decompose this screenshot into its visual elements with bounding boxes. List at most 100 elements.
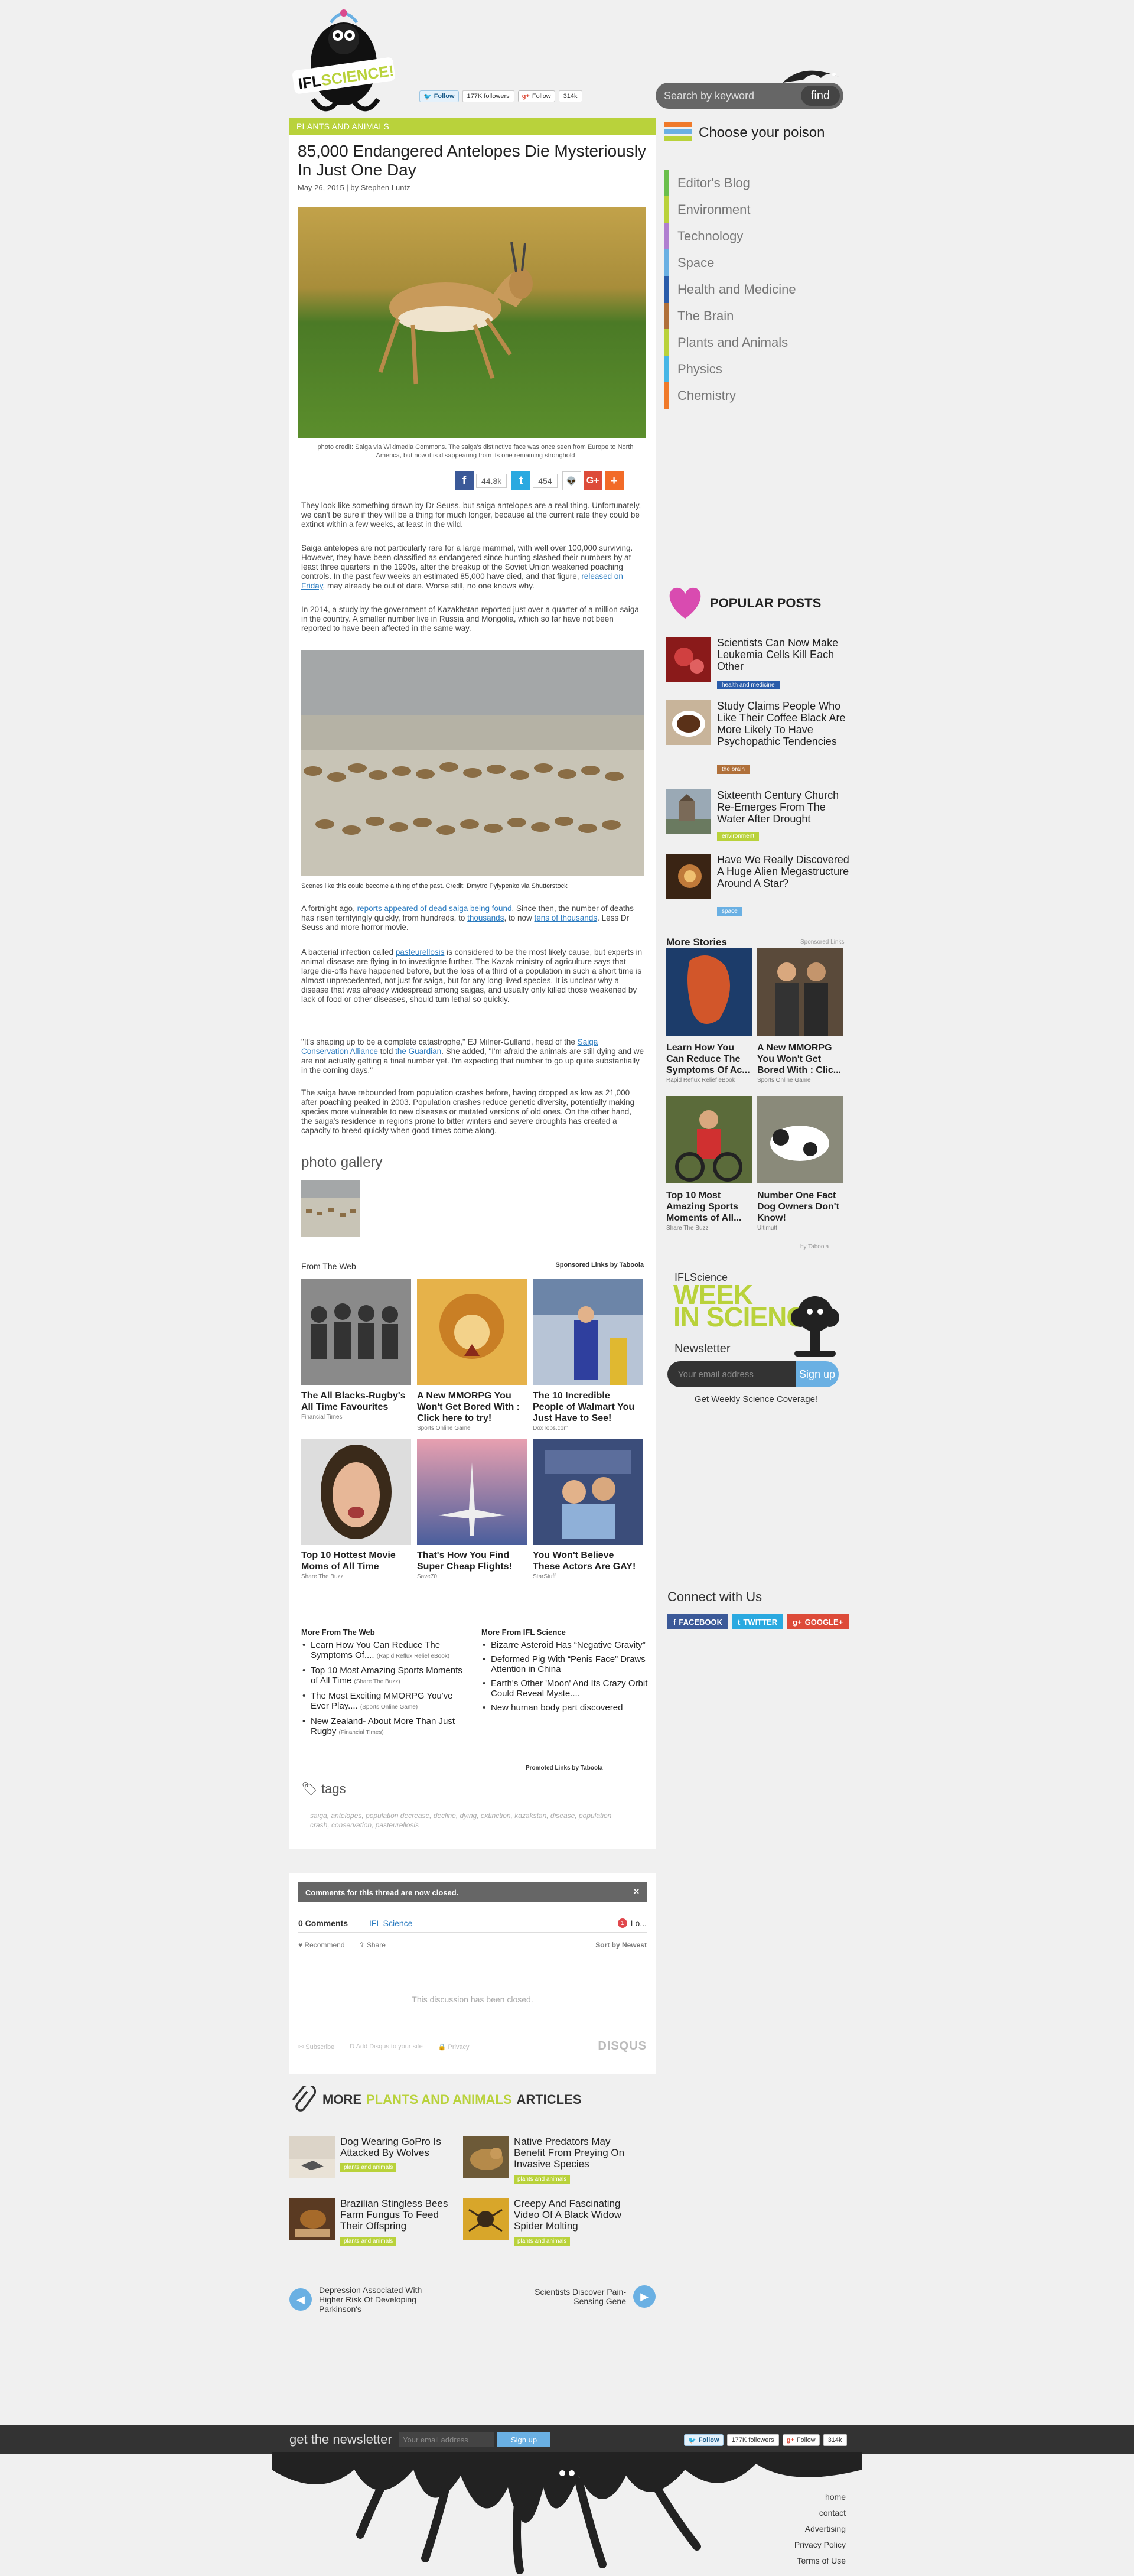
reddit-share-icon[interactable]: 👽: [562, 471, 581, 490]
category-item[interactable]: Health and Medicine: [664, 276, 848, 303]
paragraph-5: A bacterial infection called pasteurello…: [301, 948, 643, 1004]
google-connect-button[interactable]: g+ GOOGLE+: [787, 1614, 849, 1629]
twitter-icon: 🐦: [688, 2437, 696, 2444]
footer-link-contact[interactable]: contact: [768, 2507, 846, 2518]
gplus-follow-button[interactable]: g+ Follow: [782, 2434, 820, 2446]
tens-of-thousands-link[interactable]: tens of thousands: [535, 913, 598, 922]
more-article-item[interactable]: Dog Wearing GoPro Is Attacked By Wolves …: [289, 2136, 467, 2183]
gplus-share-icon[interactable]: G+: [583, 471, 602, 490]
search-input[interactable]: [664, 89, 801, 102]
facebook-share-icon[interactable]: f: [455, 471, 474, 490]
twitter-follow-button[interactable]: 🐦 Follow: [684, 2434, 724, 2446]
reports-link[interactable]: reports appeared of dead saiga being fou…: [357, 904, 512, 913]
list-item[interactable]: The Most Exciting MMORPG You've Ever Pla…: [301, 1691, 470, 1712]
from-web-card[interactable]: A New MMORPG You Won't Get Bored With : …: [417, 1279, 527, 1432]
from-web-card[interactable]: You Won't Believe These Actors Are GAY! …: [533, 1439, 643, 1580]
pasteurellosis-link[interactable]: pasteurellosis: [396, 948, 445, 957]
recommend-button[interactable]: ♥ Recommend: [298, 1941, 345, 1949]
popular-post[interactable]: Have We Really Discovered A Huge Alien M…: [666, 854, 849, 919]
more-article-item[interactable]: Native Predators May Benefit From Preyin…: [463, 2136, 640, 2184]
more-article-item[interactable]: Creepy And Fascinating Video Of A Black …: [463, 2198, 640, 2246]
more-from-web: More From The Web Learn How You Can Redu…: [301, 1628, 470, 1742]
subscribe-link[interactable]: ✉ Subscribe: [298, 2043, 334, 2051]
share-buttons: f 44.8k t 454 👽 G+ +: [455, 471, 624, 490]
more-stories-card[interactable]: Learn How You Can Reduce The Symptoms Of…: [666, 948, 752, 1084]
footer-link-privacy[interactable]: Privacy Policy: [768, 2539, 846, 2550]
category-item[interactable]: Chemistry: [664, 382, 848, 409]
list-item[interactable]: Learn How You Can Reduce The Symptoms Of…: [301, 1640, 470, 1661]
category-item[interactable]: Technology: [664, 223, 848, 249]
from-web-card[interactable]: The All Blacks-Rugby's All Time Favourit…: [301, 1279, 411, 1432]
twitter-follow-button[interactable]: 🐦 Follow: [419, 90, 459, 102]
gplus-icon: g+: [786, 2437, 794, 2444]
article-category[interactable]: PLANTS AND ANIMALS: [289, 118, 656, 135]
footer-link-advertising[interactable]: Advertising: [768, 2523, 846, 2534]
footer-link-home[interactable]: home: [768, 2492, 846, 2502]
more-stories-card[interactable]: A New MMORPG You Won't Get Bored With : …: [757, 948, 843, 1084]
more-stories-card[interactable]: Top 10 Most Amazing Sports Moments of Al…: [666, 1096, 752, 1231]
category-item[interactable]: Editor's Blog: [664, 170, 848, 196]
twitter-connect-button[interactable]: t TWITTER: [732, 1614, 784, 1629]
sponsored-links-label[interactable]: Sponsored Links: [800, 939, 845, 945]
saiga-shape: [342, 825, 361, 835]
facebook-connect-button[interactable]: f FACEBOOK: [667, 1614, 729, 1629]
category-item[interactable]: Environment: [664, 196, 848, 223]
previous-article-link[interactable]: ◀ Depression Associated With Higher Risk…: [289, 2285, 437, 2314]
share-button[interactable]: ⇪ Share: [359, 1941, 386, 1949]
paragraph-1: They look like something drawn by Dr Seu…: [301, 501, 641, 529]
gplus-follow-button[interactable]: g+ Follow: [517, 90, 555, 102]
saiga-shape: [439, 762, 458, 772]
by-taboola-label[interactable]: by Taboola: [800, 1244, 829, 1250]
list-item[interactable]: Earth's Other 'Moon' And Its Crazy Orbit…: [481, 1679, 650, 1699]
list-item[interactable]: Deformed Pig With “Penis Face” Draws Att…: [481, 1654, 650, 1674]
comments-section: Comments for this thread are now closed.…: [289, 1873, 656, 2074]
arrow-right-icon: ▶: [633, 2285, 656, 2308]
saiga-shape: [315, 819, 334, 829]
more-share-icon[interactable]: +: [604, 471, 624, 490]
category-item[interactable]: Plants and Animals: [664, 329, 848, 356]
next-article-link[interactable]: Scientists Discover Pain-Sensing Gene ▶: [520, 2285, 656, 2308]
sort-dropdown[interactable]: Sort by Newest: [595, 1941, 647, 1949]
gallery-thumbnail[interactable]: [301, 1180, 360, 1237]
footer-email-input[interactable]: [399, 2432, 494, 2447]
twitter-share-icon[interactable]: t: [511, 471, 531, 490]
comment-count-tab[interactable]: 0 Comments: [298, 1918, 348, 1928]
paragraph-2: Saiga antelopes are not particularly rar…: [301, 544, 633, 590]
promoted-label[interactable]: Promoted Links by Taboola: [526, 1765, 602, 1771]
footer-signup-button[interactable]: Sign up: [497, 2432, 550, 2447]
guardian-link[interactable]: the Guardian: [395, 1047, 441, 1056]
disqus-logo[interactable]: DISQUS: [598, 2040, 647, 2053]
from-web-card[interactable]: Top 10 Hottest Movie Moms of All Time Sh…: [301, 1439, 411, 1580]
community-tab[interactable]: IFL Science: [369, 1918, 412, 1928]
search-button[interactable]: find: [801, 86, 840, 106]
from-web-card[interactable]: That's How You Find Super Cheap Flights!…: [417, 1439, 527, 1580]
list-item[interactable]: Bizarre Asteroid Has “Negative Gravity”: [481, 1640, 650, 1650]
category-item[interactable]: The Brain: [664, 303, 848, 329]
thousands-link[interactable]: thousands: [467, 913, 504, 922]
more-stories-card[interactable]: Number One Fact Dog Owners Don't Know! U…: [757, 1096, 843, 1231]
list-item[interactable]: Top 10 Most Amazing Sports Moments of Al…: [301, 1666, 470, 1687]
newsletter-signup-button[interactable]: Sign up: [796, 1361, 839, 1387]
popular-post[interactable]: Sixteenth Century Church Re-Emerges From…: [666, 789, 849, 848]
privacy-link[interactable]: 🔒 Privacy: [438, 2043, 470, 2051]
add-disqus-link[interactable]: D Add Disqus to your site: [350, 2043, 423, 2051]
from-web-card[interactable]: The 10 Incredible People of Walmart You …: [533, 1279, 643, 1432]
disqus-footer: ✉ Subscribe D Add Disqus to your site 🔒 …: [298, 2043, 647, 2051]
tags-list[interactable]: saiga, antelopes, population decrease, d…: [310, 1811, 629, 1830]
article-byline: May 26, 2015 | by Stephen Luntz: [298, 183, 410, 192]
login-menu[interactable]: 1 Lo...: [617, 1918, 647, 1928]
newsletter-email-input[interactable]: [667, 1361, 796, 1387]
site-logo[interactable]: IFLSCIENCE!: [289, 5, 402, 117]
choose-heading: Choose your poison: [664, 121, 848, 145]
popular-post[interactable]: Study Claims People Who Like Their Coffe…: [666, 700, 849, 777]
list-item[interactable]: New Zealand- About More Than Just Rugby …: [301, 1716, 470, 1738]
popular-post[interactable]: Scientists Can Now Make Leukemia Cells K…: [666, 637, 849, 690]
sponsored-links-label[interactable]: Sponsored Links by Taboola: [555, 1261, 644, 1269]
twitter-follower-count: 177K followers: [462, 90, 514, 102]
category-item[interactable]: Physics: [664, 356, 848, 382]
footer-link-terms[interactable]: Terms of Use: [768, 2555, 846, 2566]
list-item[interactable]: New human body part discovered: [481, 1703, 650, 1713]
close-icon[interactable]: ✕: [633, 1887, 640, 1897]
more-article-item[interactable]: Brazilian Stingless Bees Farm Fungus To …: [289, 2198, 467, 2246]
category-item[interactable]: Space: [664, 249, 848, 276]
